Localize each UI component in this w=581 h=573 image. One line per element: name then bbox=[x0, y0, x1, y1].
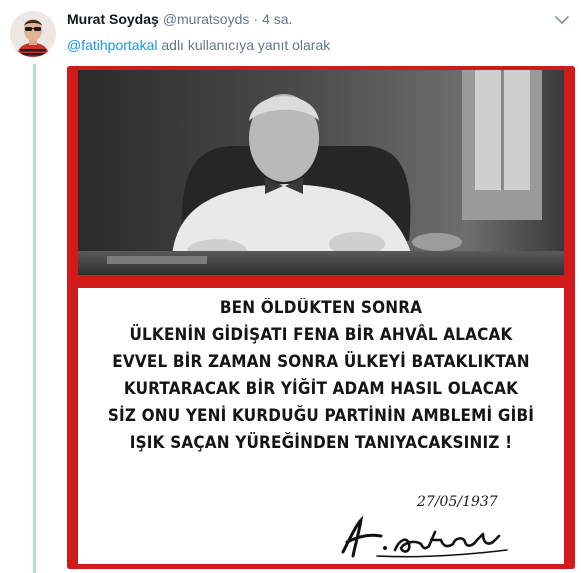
reply-context-label: adlı kullanıcıya yanıt olarak bbox=[157, 37, 331, 53]
quote-line: SİZ ONU YENİ KURDUĞU PARTİNİN AMBLEMİ Gİ… bbox=[107, 406, 535, 425]
quote-line: BEN ÖLDÜKTEN SONRA bbox=[219, 298, 423, 317]
screen-name[interactable]: @muratsoyds bbox=[163, 11, 250, 27]
timestamp[interactable]: 4 sa. bbox=[262, 11, 292, 27]
reply-mention-link[interactable]: @fatihportakal bbox=[67, 37, 157, 53]
quote-line: IŞIK SAÇAN YÜREĞİNDEN TANIYACAKSINIZ ! bbox=[129, 433, 513, 452]
avatar[interactable] bbox=[10, 11, 56, 57]
separator-dot: · bbox=[253, 11, 259, 27]
reply-context: @fatihportakal adlı kullanıcıya yanıt ol… bbox=[67, 37, 330, 53]
quote-line: KURTARACAK BİR YİĞİT ADAM HASIL OLACAK bbox=[123, 379, 519, 398]
tweet: Murat Soydaş @muratsoyds · 4 sa. @fatihp… bbox=[0, 0, 581, 573]
quote-text: BEN ÖLDÜKTEN SONRA ÜLKENİN GİDİŞATI FENA… bbox=[100, 294, 542, 456]
display-name[interactable]: Murat Soydaş bbox=[67, 11, 159, 27]
quote-line: EVVEL BİR ZAMAN SONRA ÜLKEYİ BATAKLIKTAN bbox=[112, 352, 530, 371]
tweet-media-image[interactable]: BEN ÖLDÜKTEN SONRA ÜLKENİN GİDİŞATI FENA… bbox=[67, 66, 575, 569]
quote-line: ÜLKENİN GİDİŞATI FENA BİR AHVÂL ALACAK bbox=[129, 325, 513, 344]
thread-line bbox=[33, 64, 36, 573]
chevron-down-icon[interactable] bbox=[552, 13, 572, 27]
avatar-image bbox=[10, 11, 56, 57]
tweet-header: Murat Soydaş @muratsoyds · 4 sa. bbox=[67, 11, 541, 31]
signature bbox=[341, 515, 508, 558]
